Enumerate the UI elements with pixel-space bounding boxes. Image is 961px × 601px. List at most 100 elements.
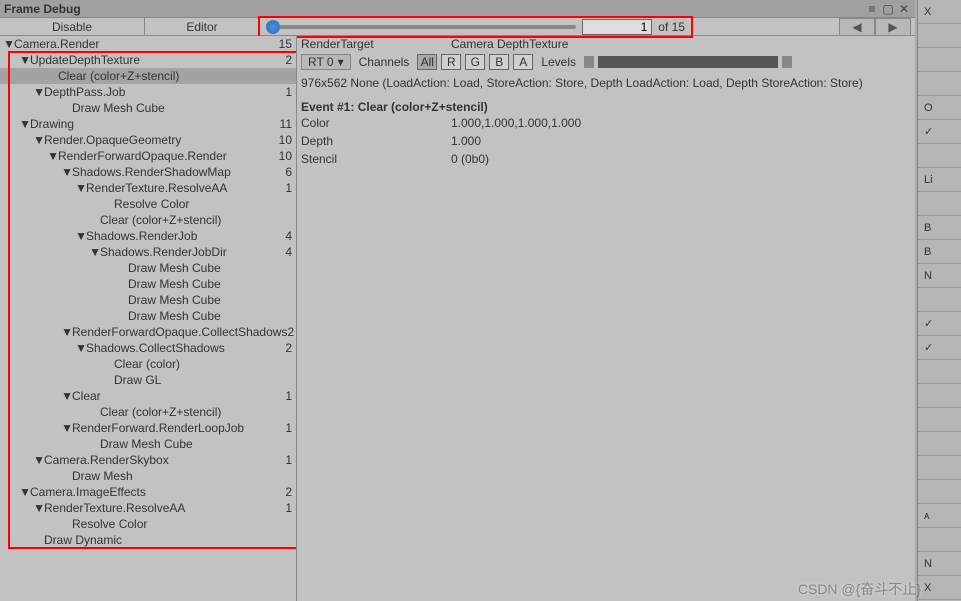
channel-all-button[interactable]: All [417,54,437,70]
strip-item[interactable] [918,432,961,456]
tree-item-label: Resolve Color [72,517,276,531]
minimize-icon[interactable]: ▢ [881,2,895,16]
tree-row[interactable]: Draw Mesh Cube [0,436,296,452]
tree-row[interactable]: Draw GL [0,372,296,388]
foldout-icon[interactable]: ▼ [34,85,44,99]
slider-thumb[interactable] [266,20,280,34]
frame-slider[interactable] [266,25,576,29]
prev-frame-button[interactable]: ◀ [839,18,875,36]
next-frame-button[interactable]: ▶ [875,18,911,36]
tree-row[interactable]: ▼Camera.RenderSkybox1 [0,452,296,468]
tree-row[interactable]: Draw Dynamic [0,532,296,548]
tree-row[interactable]: Resolve Color [0,196,296,212]
disable-button[interactable]: Disable [0,18,145,36]
tree-row[interactable]: Clear (color+Z+stencil) [0,68,296,84]
tree-row[interactable]: ▼Clear1 [0,388,296,404]
strip-item[interactable] [918,384,961,408]
levels-min-handle[interactable] [584,56,594,68]
foldout-icon[interactable]: ▼ [62,165,72,179]
tree-row[interactable]: ▼Camera.Render15 [0,36,296,52]
event-tree[interactable]: ▼Camera.Render15▼UpdateDepthTexture2Clea… [0,36,296,548]
foldout-icon[interactable]: ▼ [34,501,44,515]
foldout-icon[interactable]: ▼ [48,149,58,163]
tree-row[interactable]: Resolve Color [0,516,296,532]
foldout-icon[interactable]: ▼ [62,325,72,339]
tree-item-count: 1 [276,181,296,195]
tree-row[interactable]: ▼RenderForward.RenderLoopJob1 [0,420,296,436]
foldout-icon[interactable]: ▼ [76,181,86,195]
editor-button[interactable]: Editor [145,18,260,36]
rt-dropdown[interactable]: RT 0▾ [301,54,351,70]
strip-item[interactable] [918,408,961,432]
tree-row[interactable]: ▼Camera.ImageEffects2 [0,484,296,500]
foldout-icon[interactable]: ▼ [34,133,44,147]
foldout-icon[interactable]: ▼ [20,485,30,499]
foldout-icon[interactable]: ▼ [20,117,30,131]
foldout-icon[interactable]: ▼ [4,37,14,51]
strip-item[interactable] [918,72,961,96]
strip-item[interactable] [918,24,961,48]
channel-b-button[interactable]: B [489,54,509,70]
menu-icon[interactable]: ≡ [865,2,879,16]
strip-item[interactable]: O [918,96,961,120]
tree-row[interactable]: ▼Drawing11 [0,116,296,132]
strip-item[interactable] [918,192,961,216]
strip-item[interactable] [918,48,961,72]
tree-row[interactable]: Clear (color+Z+stencil) [0,404,296,420]
strip-item[interactable] [918,480,961,504]
channel-g-button[interactable]: G [465,54,485,70]
tree-row[interactable]: ▼RenderTexture.ResolveAA1 [0,500,296,516]
tree-row[interactable]: ▼RenderTexture.ResolveAA1 [0,180,296,196]
foldout-icon[interactable]: ▼ [62,389,72,403]
strip-item[interactable]: X [918,576,961,600]
strip-item[interactable]: ✓ [918,120,961,144]
frame-number-input[interactable] [582,19,652,35]
strip-item[interactable] [918,144,961,168]
channel-a-button[interactable]: A [513,54,533,70]
tree-row[interactable]: Draw Mesh Cube [0,308,296,324]
levels-slider[interactable] [598,56,778,68]
strip-item[interactable]: X [918,0,961,24]
tree-row[interactable]: ▼Shadows.RenderShadowMap6 [0,164,296,180]
strip-item[interactable] [918,360,961,384]
strip-item[interactable]: B [918,240,961,264]
strip-item[interactable] [918,528,961,552]
foldout-icon[interactable]: ▼ [34,453,44,467]
channel-r-button[interactable]: R [441,54,461,70]
close-icon[interactable]: ✕ [897,2,911,16]
tree-row[interactable]: ▼DepthPass.Job1 [0,84,296,100]
strip-item[interactable]: ᴀ [918,504,961,528]
tree-row[interactable]: ▼UpdateDepthTexture2 [0,52,296,68]
foldout-icon[interactable]: ▼ [76,229,86,243]
foldout-icon[interactable]: ▼ [90,245,100,259]
strip-item[interactable]: Li [918,168,961,192]
tree-row[interactable]: Draw Mesh Cube [0,100,296,116]
tree-row[interactable]: ▼Render.OpaqueGeometry10 [0,132,296,148]
foldout-icon[interactable]: ▼ [62,421,72,435]
tree-row[interactable]: Clear (color+Z+stencil) [0,212,296,228]
tree-row[interactable]: Draw Mesh Cube [0,260,296,276]
tree-row[interactable]: ▼Shadows.RenderJob4 [0,228,296,244]
tree-row[interactable]: ▼RenderForwardOpaque.Render10 [0,148,296,164]
tree-row[interactable]: Draw Mesh Cube [0,276,296,292]
strip-item[interactable]: N [918,552,961,576]
tree-item-label: Clear (color+Z+stencil) [100,405,276,419]
levels-max-handle[interactable] [782,56,792,68]
tree-row[interactable]: Clear (color) [0,356,296,372]
tree-item-label: Render.OpaqueGeometry [44,133,276,147]
strip-item[interactable]: ✓ [918,336,961,360]
tree-row[interactable]: ▼Shadows.CollectShadows2 [0,340,296,356]
tree-row[interactable]: Draw Mesh Cube [0,292,296,308]
tree-row[interactable]: ▼RenderForwardOpaque.CollectShadows2 [0,324,296,340]
foldout-icon[interactable]: ▼ [76,341,86,355]
tree-row[interactable]: Draw Mesh [0,468,296,484]
strip-item[interactable]: B [918,216,961,240]
tree-item-label: Camera.RenderSkybox [44,453,276,467]
strip-item[interactable]: ✓ [918,312,961,336]
toolbar: Disable Editor of 15 ◀ ▶ [0,18,915,36]
tree-row[interactable]: ▼Shadows.RenderJobDir4 [0,244,296,260]
foldout-icon[interactable]: ▼ [20,53,30,67]
strip-item[interactable] [918,456,961,480]
strip-item[interactable] [918,288,961,312]
strip-item[interactable]: N [918,264,961,288]
